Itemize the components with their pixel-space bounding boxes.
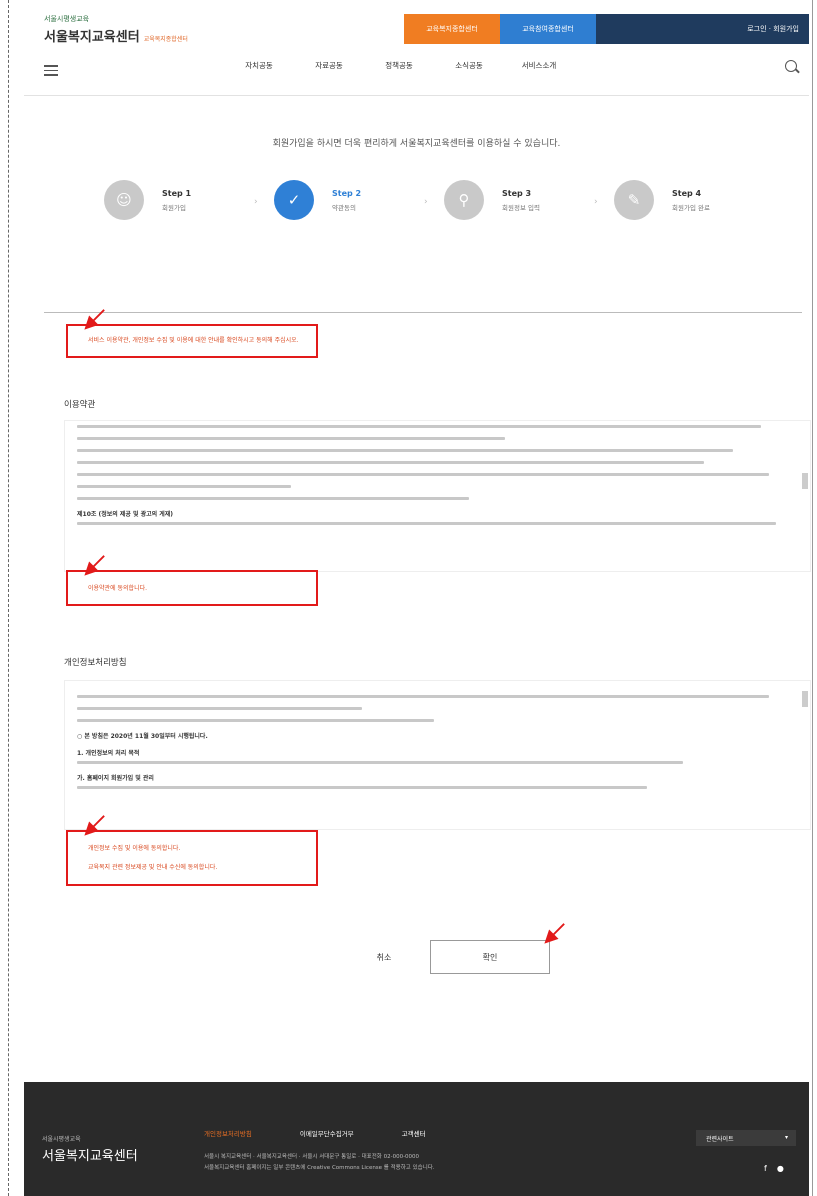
- terms-scrollbar[interactable]: [802, 423, 808, 569]
- logo-tag: 교육복지종합센터: [143, 36, 188, 43]
- related-sites-label: 관련사이트: [706, 1135, 734, 1143]
- footer-links: 개인정보처리방침 이메일무단수집거부 고객센터: [204, 1128, 474, 1138]
- tab-participation-center[interactable]: 교육참여종합센터: [500, 14, 596, 44]
- chevron-right-icon: ›: [594, 197, 598, 207]
- site-logo[interactable]: 서울시평생교육 서울복지교육센터 교육복지종합센터: [44, 14, 188, 45]
- red-arrow-icon: [84, 555, 105, 576]
- social-links: f ●: [764, 1164, 794, 1173]
- privacy-scrollbar[interactable]: [802, 683, 808, 827]
- site-header: 서울시평생교육 서울복지교육센터 교육복지종합센터 교육복지종합센터 교육참여종합…: [24, 0, 809, 96]
- step-1: ☺ Step 1 회원가입: [104, 172, 244, 232]
- step-label: 약관동의: [332, 204, 356, 212]
- footer-logo-title: 서울복지교육센터: [42, 1149, 138, 1164]
- tab-welfare-center[interactable]: 교육복지종합센터: [404, 14, 500, 44]
- step-number: Step 4: [672, 189, 702, 198]
- page-frame-right: [812, 0, 813, 1196]
- top-bar: 교육복지종합센터 교육참여종합센터 로그인 · 회원가입: [404, 14, 809, 44]
- document-search-icon: ⚲: [444, 180, 484, 220]
- footer-logo-subtitle: 서울시평생교육: [42, 1136, 81, 1143]
- nav-item-4[interactable]: 소식공동: [434, 60, 504, 71]
- step-number: Step 3: [502, 189, 532, 198]
- terms-heading: 제10조 (정보의 제공 및 광고의 게재): [77, 511, 174, 518]
- handshake-icon: ✓: [274, 180, 314, 220]
- step-3: ⚲ Step 3 회원정보 입력: [444, 172, 584, 232]
- site-footer: 서울시평생교육 서울복지교육센터 개인정보처리방침 이메일무단수집거부 고객센터…: [24, 1082, 809, 1196]
- footer-copyright: 서울복지교육센터 홈페이지는 일부 콘텐츠에 Creative Commons …: [204, 1165, 435, 1171]
- terms-title: 이용약관: [64, 400, 96, 410]
- nav-item-2[interactable]: 자료공동: [294, 60, 364, 71]
- footer-link-privacy[interactable]: 개인정보처리방침: [204, 1128, 252, 1138]
- terms-scrollbox[interactable]: 제10조 (정보의 제공 및 광고의 게재): [64, 420, 811, 572]
- logo-subtitle: 서울시평생교육: [44, 15, 90, 23]
- footer-logo[interactable]: 서울시평생교육 서울복지교육센터: [42, 1134, 138, 1164]
- hamburger-menu-icon[interactable]: [44, 65, 58, 79]
- footer-info: 서울시 복지교육센터 · 서울복지교육센터 · 서울시 서대문구 통일로 · 대…: [204, 1152, 674, 1174]
- chevron-right-icon: ›: [254, 197, 258, 207]
- chevron-down-icon: ▾: [784, 1134, 788, 1141]
- nav-item-3[interactable]: 정책공동: [364, 60, 434, 71]
- page: 서울시평생교육 서울복지교육센터 교육복지종합센터 교육복지종합센터 교육참여종합…: [24, 0, 811, 1196]
- footer-link-email-refusal[interactable]: 이메일무단수집거부: [300, 1128, 354, 1138]
- nav-item-1[interactable]: 자치공동: [224, 60, 294, 71]
- search-icon[interactable]: [785, 60, 797, 72]
- logo-title: 서울복지교육센터 교육복지종합센터: [44, 26, 188, 45]
- step-label: 회원정보 입력: [502, 204, 540, 212]
- user-icon: ☺: [104, 180, 144, 220]
- highlight-box-privacy: [66, 830, 318, 886]
- step-number: Step 1: [162, 189, 192, 198]
- privacy-heading-2: 가. 홈페이지 회원가입 및 관리: [77, 775, 154, 782]
- signup-steps: ☺ Step 1 회원가입 › ✓ Step 2 약관동의 › ⚲ Step 3…: [104, 172, 744, 232]
- privacy-effective-date: ○ 본 방침은 2020년 11월 30일부터 시행됩니다.: [77, 733, 208, 740]
- footer-link-support[interactable]: 고객센터: [402, 1128, 426, 1138]
- pencil-check-icon: ✎: [614, 180, 654, 220]
- signup-intro: 회원가입을 하시면 더욱 편리하게 서울복지교육센터를 이용하실 수 있습니다.: [272, 139, 561, 149]
- main-nav: 자치공동 자료공동 정책공동 소식공동 서비스소개: [224, 60, 574, 71]
- red-arrow-icon: [84, 815, 105, 836]
- red-arrow-icon: [544, 923, 565, 944]
- chevron-right-icon: ›: [424, 197, 428, 207]
- cancel-button[interactable]: 취소: [334, 944, 434, 970]
- red-arrow-icon: [84, 309, 105, 330]
- divider: [44, 312, 802, 313]
- util-links[interactable]: 로그인 · 회원가입: [747, 14, 799, 44]
- logo-title-text: 서울복지교육센터: [44, 30, 140, 45]
- footer-address: 서울시 복지교육센터 · 서울복지교육센터 · 서울시 서대문구 통일로 · 대…: [204, 1154, 420, 1160]
- blog-icon[interactable]: ●: [777, 1164, 784, 1173]
- privacy-title: 개인정보처리방침: [64, 658, 127, 668]
- step-number: Step 2: [332, 189, 362, 198]
- page-frame-left: [8, 0, 9, 1196]
- step-2: ✓ Step 2 약관동의: [274, 172, 414, 232]
- confirm-button[interactable]: 확인: [430, 940, 550, 974]
- step-label: 회원가입 완료: [672, 204, 710, 212]
- nav-item-5[interactable]: 서비스소개: [504, 60, 574, 71]
- related-sites-select[interactable]: 관련사이트 ▾: [696, 1130, 796, 1146]
- step-label: 회원가입: [162, 204, 186, 212]
- privacy-scrollbox[interactable]: ○ 본 방침은 2020년 11월 30일부터 시행됩니다. 1. 개인정보의 …: [64, 680, 811, 830]
- facebook-icon[interactable]: f: [764, 1164, 767, 1173]
- privacy-heading-1: 1. 개인정보의 처리 목적: [77, 750, 140, 757]
- step-4: ✎ Step 4 회원가입 완료: [614, 172, 754, 232]
